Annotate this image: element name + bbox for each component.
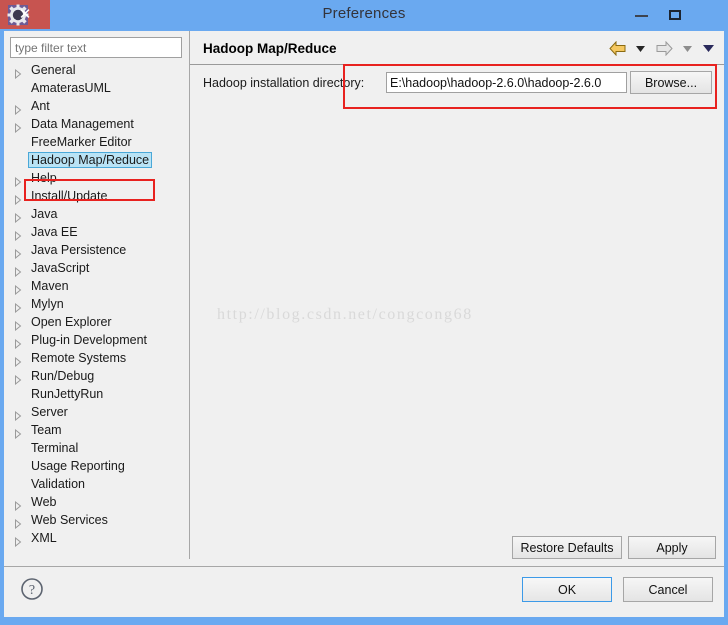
- sidebar-item-label: Ant: [31, 99, 50, 113]
- sidebar-item-label: Open Explorer: [31, 315, 112, 329]
- hadoop-directory-label: Hadoop installation directory:: [203, 76, 365, 90]
- hadoop-directory-input[interactable]: [386, 72, 627, 93]
- filter-input[interactable]: [10, 37, 182, 58]
- sidebar-item-remote-systems[interactable]: Remote Systems: [10, 350, 188, 368]
- sidebar-item-label: AmaterasUML: [31, 81, 111, 95]
- sidebar-item-label: Java Persistence: [31, 243, 127, 257]
- sidebar-item-team[interactable]: Team: [10, 422, 188, 440]
- page-nav-controls: [609, 40, 714, 58]
- sidebar-item-web-services[interactable]: Web Services: [10, 512, 188, 530]
- sidebar-item-freemarker-editor[interactable]: FreeMarker Editor: [10, 134, 188, 152]
- sidebar-item-label: Team: [31, 423, 62, 437]
- sidebar-item-data-management[interactable]: Data Management: [10, 116, 188, 134]
- sidebar-item-label: JavaScript: [31, 261, 90, 275]
- sidebar-item-plug-in-development[interactable]: Plug-in Development: [10, 332, 188, 350]
- forward-menu-chevron-down-icon[interactable]: [682, 45, 692, 52]
- back-menu-chevron-down-icon[interactable]: [635, 45, 645, 52]
- sidebar-item-label: Java EE: [31, 225, 78, 239]
- sidebar-item-mylyn[interactable]: Mylyn: [10, 296, 188, 314]
- help-question-icon[interactable]: ?: [20, 577, 44, 601]
- title-separator: [190, 64, 724, 65]
- restore-defaults-button[interactable]: Restore Defaults: [512, 536, 622, 559]
- sidebar-item-server[interactable]: Server: [10, 404, 188, 422]
- apply-button[interactable]: Apply: [628, 536, 716, 559]
- sidebar-item-web[interactable]: Web: [10, 494, 188, 512]
- sidebar-item-usage-reporting[interactable]: Usage Reporting: [10, 458, 188, 476]
- page-title: Hadoop Map/Reduce: [203, 41, 337, 56]
- sidebar-item-open-explorer[interactable]: Open Explorer: [10, 314, 188, 332]
- sidebar-item-maven[interactable]: Maven: [10, 278, 188, 296]
- sidebar-item-label: Data Management: [31, 117, 134, 131]
- preferences-window: Preferences ✕ General AmaterasUML Ant Data …: [0, 0, 728, 625]
- sidebar-item-terminal[interactable]: Terminal: [10, 440, 188, 458]
- sidebar-item-java[interactable]: Java: [10, 206, 188, 224]
- maximize-icon: [669, 10, 681, 20]
- dialog-client-area: General AmaterasUML Ant Data Management Free…: [4, 31, 724, 617]
- sidebar-item-javascript[interactable]: JavaScript: [10, 260, 188, 278]
- sidebar-item-label: Java: [31, 207, 58, 221]
- sidebar-item-hadoop-map-reduce[interactable]: Hadoop Map/Reduce: [10, 152, 188, 170]
- sidebar-item-label: FreeMarker Editor: [31, 135, 132, 149]
- sidebar-item-label: Terminal: [31, 441, 79, 455]
- close-button[interactable]: ✕: [0, 0, 50, 29]
- preferences-sidebar: General AmaterasUML Ant Data Management Free…: [4, 31, 189, 559]
- sidebar-item-validation[interactable]: Validation: [10, 476, 188, 494]
- browse-button[interactable]: Browse...: [630, 71, 712, 94]
- minimize-icon: [635, 15, 648, 17]
- sidebar-item-label: Usage Reporting: [31, 459, 125, 473]
- ok-button[interactable]: OK: [522, 577, 612, 602]
- page-menu-chevron-down-icon[interactable]: [703, 45, 714, 53]
- sidebar-item-run-debug[interactable]: Run/Debug: [10, 368, 188, 386]
- sidebar-item-label: Web Services: [31, 513, 108, 527]
- sidebar-item-label: Remote Systems: [31, 351, 127, 365]
- watermark-text: http://blog.csdn.net/congcong68: [217, 306, 473, 323]
- cancel-button[interactable]: Cancel: [623, 577, 713, 602]
- sidebar-item-runjettyrun[interactable]: RunJettyRun: [10, 386, 188, 404]
- minimize-button[interactable]: [624, 0, 658, 29]
- sidebar-item-label: Maven: [31, 279, 69, 293]
- sidebar-item-label: Server: [31, 405, 68, 419]
- sidebar-item-label: Mylyn: [31, 297, 64, 311]
- sidebar-item-label: Web: [31, 495, 57, 509]
- sidebar-item-label: Run/Debug: [31, 369, 95, 383]
- sidebar-item-help[interactable]: Help: [10, 170, 188, 188]
- preferences-page: Hadoop Map/Reduce Hadoop installation di…: [190, 31, 724, 559]
- sidebar-item-label: Validation: [31, 477, 85, 491]
- sidebar-item-install-update[interactable]: Install/Update: [10, 188, 188, 206]
- sidebar-item-label: General: [31, 63, 76, 77]
- sidebar-item-label: Plug-in Development: [31, 333, 148, 347]
- window-title: Preferences: [322, 5, 406, 22]
- close-icon: ✕: [18, 6, 32, 23]
- svg-text:?: ?: [29, 583, 35, 598]
- sidebar-item-label: XML: [31, 531, 57, 545]
- sidebar-item-general[interactable]: General: [10, 62, 188, 80]
- expand-arrow-icon[interactable]: [14, 534, 22, 552]
- preferences-tree[interactable]: General AmaterasUML Ant Data Management Free…: [10, 62, 188, 554]
- maximize-button[interactable]: [658, 0, 692, 29]
- dialog-footer: ? OK Cancel: [4, 567, 724, 617]
- sidebar-item-label: RunJettyRun: [31, 387, 104, 401]
- sidebar-item-label: Install/Update: [31, 189, 108, 203]
- sidebar-item-amaterasuml[interactable]: AmaterasUML: [10, 80, 188, 98]
- sidebar-item-xml[interactable]: XML: [10, 530, 188, 548]
- sidebar-item-java-persistence[interactable]: Java Persistence: [10, 242, 188, 260]
- sidebar-item-java-ee[interactable]: Java EE: [10, 224, 188, 242]
- sidebar-item-label: Hadoop Map/Reduce: [28, 152, 153, 168]
- back-arrow-icon[interactable]: [609, 41, 626, 57]
- sidebar-item-ant[interactable]: Ant: [10, 98, 188, 116]
- title-bar: Preferences ✕: [0, 0, 728, 31]
- sidebar-item-label: Help: [31, 171, 57, 185]
- forward-arrow-icon[interactable]: [656, 41, 673, 57]
